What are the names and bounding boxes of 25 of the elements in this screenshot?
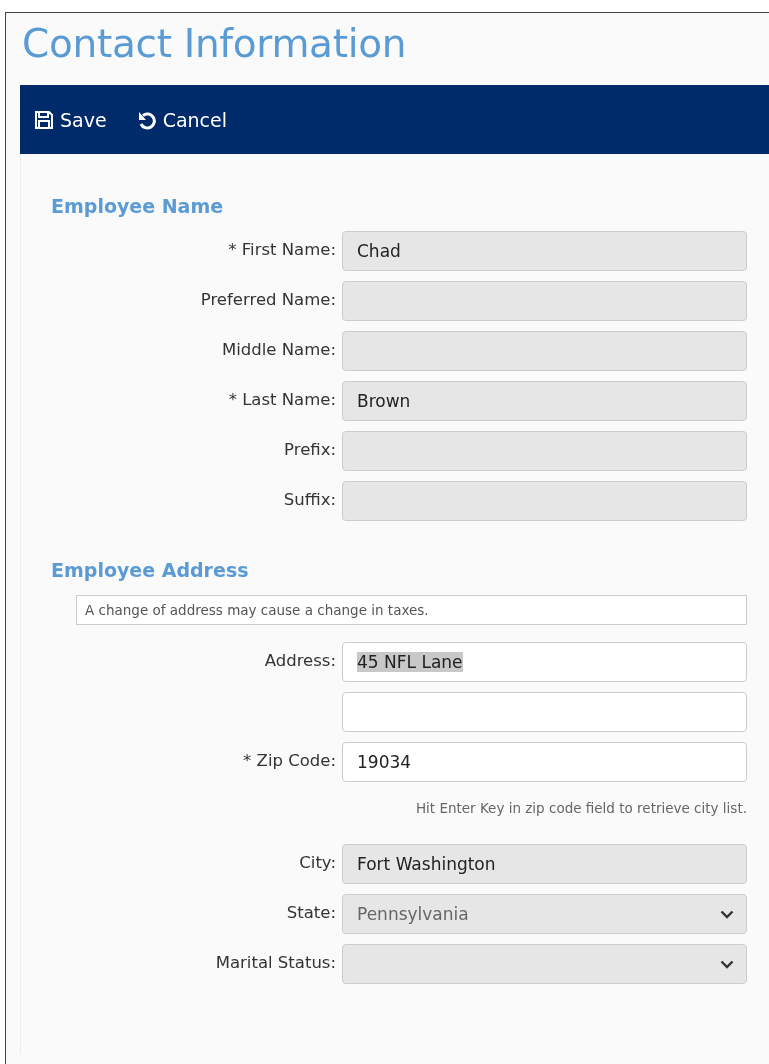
toolbar-button[interactable]: Cancel bbox=[136, 108, 227, 131]
hint-text: Hit Enter Key in zip code field to retrieve city list. bbox=[415, 800, 747, 818]
field-label: * First Name: bbox=[228, 240, 336, 259]
chevron-down-icon bbox=[720, 909, 734, 919]
input-field[interactable]: 19034 bbox=[342, 742, 747, 782]
input-field[interactable] bbox=[342, 692, 747, 732]
field-label: Middle Name: bbox=[222, 340, 336, 359]
field-label: Suffix: bbox=[283, 490, 336, 509]
notice-box: A change of address may cause a change in taxes. bbox=[76, 595, 747, 625]
field-label: Address: bbox=[264, 651, 336, 670]
field-label: * Last Name: bbox=[228, 390, 336, 409]
section-heading: Employee Address bbox=[51, 559, 250, 581]
input-field[interactable]: 45 NFL Lane bbox=[342, 642, 747, 682]
section-heading: Employee Name bbox=[51, 195, 225, 217]
field-label: Preferred Name: bbox=[200, 290, 336, 309]
field-label: City: bbox=[299, 853, 336, 872]
field-label: * Zip Code: bbox=[243, 751, 336, 770]
field-label: State: bbox=[286, 903, 336, 922]
page-title: Contact Information bbox=[21, 20, 408, 68]
field-label: Marital Status: bbox=[215, 953, 336, 972]
save-icon bbox=[34, 109, 54, 130]
chevron-down-icon bbox=[720, 959, 734, 969]
field-label: Prefix: bbox=[284, 440, 336, 459]
undo-icon bbox=[136, 109, 157, 130]
toolbar-button[interactable]: Save bbox=[34, 108, 107, 131]
